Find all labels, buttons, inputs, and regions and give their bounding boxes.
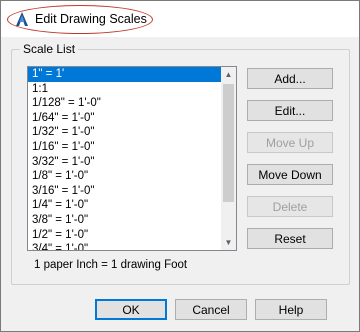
reset-button[interactable]: Reset [247,228,333,249]
help-button[interactable]: Help [255,299,327,320]
scale-list-item[interactable]: 3/16" = 1'-0" [28,184,221,199]
scale-info-text: 1 paper Inch = 1 drawing Foot [34,259,188,271]
scale-list-item[interactable]: 1/32" = 1'-0" [28,125,221,140]
scale-list-item[interactable]: 1/8" = 1'-0" [28,169,221,184]
scale-list-item[interactable]: 3/4" = 1'-0" [28,242,221,250]
scale-list-item[interactable]: 1" = 1' [28,67,221,82]
scale-list-item[interactable]: 1/4" = 1'-0" [28,198,221,213]
scroll-down-arrow-icon[interactable]: ▼ [221,235,236,250]
delete-button[interactable]: Delete [247,196,333,217]
scroll-up-arrow-icon[interactable]: ▲ [221,67,236,82]
scale-list-item[interactable]: 1/128" = 1'-0" [28,96,221,111]
scale-list-label: Scale List [20,42,79,56]
scale-list-item[interactable]: 1/64" = 1'-0" [28,111,221,126]
scale-list-item[interactable]: 1/16" = 1'-0" [28,140,221,155]
edit-drawing-scales-dialog: Edit Drawing Scales Scale List 1" = 1' 1:… [0,0,360,332]
edit-button[interactable]: Edit... [247,100,333,121]
scale-list-item[interactable]: 1/2" = 1'-0" [28,228,221,243]
add-button[interactable]: Add... [247,68,333,89]
list-scrollbar[interactable]: ▲ ▼ [221,67,236,250]
move-down-button[interactable]: Move Down [247,164,333,185]
title-highlight-oval [7,5,153,34]
title-bar: Edit Drawing Scales [1,1,359,37]
scale-list-item[interactable]: 3/8" = 1'-0" [28,213,221,228]
scale-list-item[interactable]: 1:1 [28,82,221,97]
cancel-button[interactable]: Cancel [175,299,247,320]
move-up-button[interactable]: Move Up [247,132,333,153]
scale-list-items: 1" = 1' 1:1 1/128" = 1'-0" 1/64" = 1'-0" 1/3… [28,67,221,250]
scrollbar-thumb[interactable] [223,84,234,202]
ok-button[interactable]: OK [95,299,167,320]
scale-list-item[interactable]: 3/32" = 1'-0" [28,155,221,170]
scale-listbox[interactable]: 1" = 1' 1:1 1/128" = 1'-0" 1/64" = 1'-0" 1/3… [27,66,237,251]
